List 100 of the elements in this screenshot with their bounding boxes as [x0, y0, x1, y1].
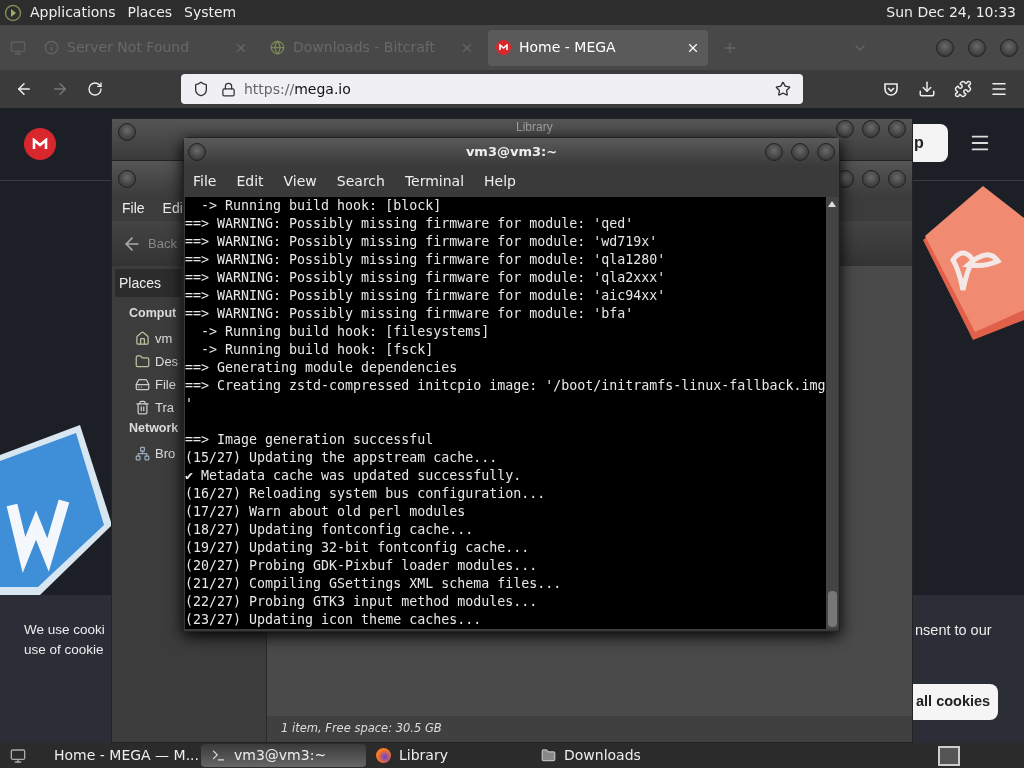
terminal-line: (17/27) Warn about old perl modules: [185, 503, 466, 521]
terminal-line: (18/27) Updating fontconfig cache...: [185, 521, 474, 539]
terminal-line: ==> Image generation successful: [185, 431, 434, 449]
taskbar-button[interactable]: vm3@vm3:~: [201, 744, 366, 767]
terminal-line: (19/27) Updating 32-bit fontconfig cache...: [185, 539, 530, 557]
panel-menu[interactable]: Places: [127, 2, 173, 23]
workspace-switcher[interactable]: [938, 745, 960, 766]
scrollbar-thumb[interactable]: [827, 591, 837, 627]
menu-item[interactable]: Search: [336, 170, 385, 192]
terminal-line: ==> Generating module dependencies: [185, 359, 458, 377]
menu-item[interactable]: File: [193, 170, 217, 192]
folder-icon: [135, 354, 150, 369]
show-desktop-icon[interactable]: [10, 747, 26, 764]
sidebar-section-title: Comput: [129, 305, 177, 322]
menu-icon[interactable]: [990, 80, 1008, 98]
terminal-line: ==> WARNING: Possibly missing firmware for module: 'bfa': [185, 305, 634, 323]
extensions-icon[interactable]: [954, 80, 972, 98]
menu-item[interactable]: Help: [484, 170, 516, 192]
scrollbar[interactable]: [826, 197, 838, 629]
reload-icon[interactable]: [87, 81, 103, 97]
terminal-line: ==> WARNING: Possibly missing firmware for module: 'qla1280': [185, 251, 666, 269]
menu-item[interactable]: Edit: [236, 170, 264, 192]
terminal-line: ==> Creating zstd-compressed initcpio image: '/boot/initramfs-linux-fallback.img: [185, 377, 826, 395]
tab-title: Home - MEGA: [519, 38, 616, 57]
window-control-button[interactable]: [188, 142, 206, 161]
terminal-line: ✔ Metadata cache was updated successfully.: [185, 467, 522, 485]
drive-icon: [135, 377, 150, 392]
sidebar-item[interactable]: Tra: [129, 396, 175, 419]
window-control-button[interactable]: [1000, 38, 1018, 57]
header-button[interactable]: p: [913, 124, 948, 162]
terminal-line: ==> WARNING: Possibly missing firmware for module: 'aic94xx': [185, 287, 666, 305]
menu-item[interactable]: Edi: [162, 198, 183, 219]
clock: Sun Dec 24, 10:33: [886, 3, 1016, 22]
window-control-button[interactable]: [862, 120, 880, 138]
window-control-button[interactable]: [968, 38, 986, 57]
terminal-line: ==> WARNING: Possibly missing firmware for module: 'qed': [185, 215, 634, 233]
browser-tab[interactable]: Home - MEGA: [488, 29, 708, 66]
terminal-line: ': [185, 395, 193, 413]
status-text: 1 item, Free space: 30.5 GB: [267, 716, 912, 742]
window-title: Library: [516, 120, 553, 134]
scroll-up-icon[interactable]: [828, 201, 836, 207]
terminal-line: (15/27) Updating the appstream cache...: [185, 449, 498, 467]
browser-icon: [376, 748, 391, 763]
window-control-button[interactable]: [862, 169, 880, 188]
globe-icon: [270, 40, 285, 55]
taskbar-button[interactable]: Home - MEGA — M...: [36, 744, 201, 767]
cookie-text: nsent to our: [915, 621, 992, 640]
window-control-button[interactable]: [118, 169, 136, 188]
window-control-button[interactable]: [936, 38, 954, 57]
sidebar-header[interactable]: Places: [115, 269, 181, 297]
download-icon[interactable]: [918, 80, 936, 98]
accept-cookies-button[interactable]: all cookies: [913, 684, 998, 720]
taskbar-button[interactable]: Downloads: [531, 744, 696, 767]
pocket-icon[interactable]: [882, 80, 900, 98]
play-logo-icon: [4, 3, 22, 22]
panel-menu[interactable]: Applications: [30, 2, 116, 23]
panel-menu[interactable]: System: [184, 2, 237, 23]
url-text: https://mega.io: [244, 79, 351, 99]
terminal-line: (22/27) Probing GTK3 input method modules...: [185, 593, 538, 611]
network-icon: [135, 446, 150, 461]
sidebar-item[interactable]: File: [129, 373, 176, 396]
terminal-line: ==> WARNING: Possibly missing firmware for module: 'qla2xxx': [185, 269, 666, 287]
mega-logo-icon: [496, 40, 511, 55]
menu-item[interactable]: View: [283, 170, 317, 192]
cookie-text: use of cookie: [24, 641, 104, 659]
window-control-button[interactable]: [888, 169, 906, 188]
info-icon: [44, 40, 59, 55]
terminal-line: -> Running build hook: [filesystems]: [200, 323, 490, 341]
cookie-text: We use cooki: [24, 621, 105, 639]
terminal-line: -> Running build hook: [fsck]: [200, 341, 434, 359]
menu-item[interactable]: Terminal: [404, 170, 465, 192]
window-control-button[interactable]: [817, 142, 835, 161]
terminal-line: (20/27) Probing GDK-Pixbuf loader modules...: [185, 557, 538, 575]
mega-logo-icon[interactable]: [24, 128, 56, 160]
sidebar-item[interactable]: Bro: [129, 442, 176, 465]
window-control-button[interactable]: [118, 123, 136, 141]
window-title: vm3@vm3:~: [465, 143, 558, 161]
trash-icon: [135, 400, 150, 415]
bookmark-star-icon[interactable]: [775, 81, 791, 97]
shield-icon[interactable]: [193, 81, 209, 97]
sidebar-section-title: Network: [129, 420, 179, 437]
folder-icon: [541, 748, 556, 763]
window-control-button[interactable]: [888, 120, 906, 138]
window-control-button[interactable]: [765, 142, 783, 161]
home-folder-icon: [135, 331, 150, 346]
terminal-line: (23/27) Updating icon theme caches...: [185, 611, 482, 629]
back-icon[interactable]: [15, 80, 33, 98]
window-control-button[interactable]: [791, 142, 809, 161]
sidebar-item[interactable]: vm: [129, 327, 173, 350]
taskbar-button[interactable]: Library: [366, 744, 531, 767]
terminal-line: (16/27) Reloading system bus configuration...: [185, 485, 546, 503]
lock-icon[interactable]: [221, 81, 236, 97]
terminal-line: -> Running build hook: [block]: [200, 197, 442, 215]
terminal-line: ==> WARNING: Possibly missing firmware for module: 'wd719x': [185, 233, 658, 251]
sidebar-item[interactable]: Des: [129, 350, 179, 373]
menu-item[interactable]: File: [122, 198, 145, 219]
window-control-button[interactable]: [836, 120, 854, 138]
terminal-line: (21/27) Compiling GSettings XML schema files...: [185, 575, 562, 593]
terminal-icon: [211, 748, 226, 763]
address-field[interactable]: https://mega.io: [181, 74, 803, 104]
